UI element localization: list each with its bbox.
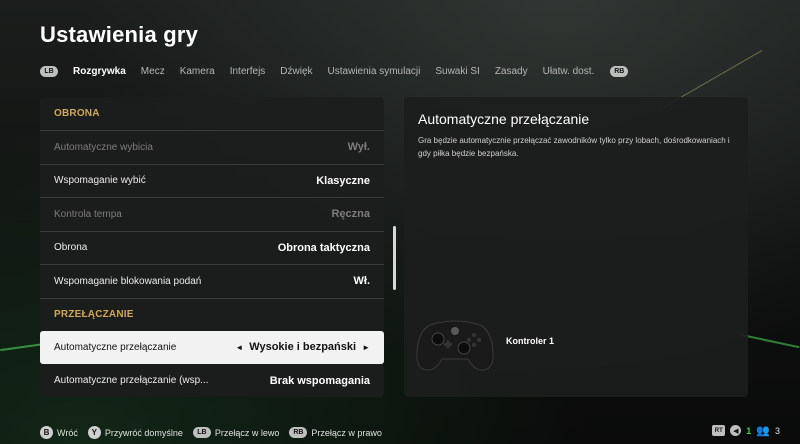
setting-row-automatyczne-przelaczanie[interactable]: Automatyczne przełączanie ◄ Wysokie i be… bbox=[40, 330, 384, 364]
switch-left-label: Przełącz w lewo bbox=[214, 427, 280, 438]
lb-button-icon: LB bbox=[192, 427, 211, 438]
setting-label: Wspomaganie blokowania podań bbox=[54, 275, 202, 287]
setting-value: Brak wspomagania bbox=[269, 374, 370, 387]
tab-bar: LB Rozgrywka Mecz Kamera Interfejs Dźwię… bbox=[40, 62, 629, 80]
scrollbar-thumb[interactable] bbox=[393, 226, 396, 290]
settings-list: OBRONA Automatyczne wybicia Wył. Wspomag… bbox=[40, 97, 384, 397]
back-label: Wróć bbox=[57, 427, 78, 438]
rb-button-icon[interactable]: RB bbox=[610, 65, 629, 77]
status-bar: RT ◀ 1 👥 3 bbox=[712, 424, 780, 437]
setting-label: Automatyczne przełączanie bbox=[54, 341, 177, 353]
setting-label: Kontrola tempa bbox=[54, 208, 122, 220]
switch-right-hint[interactable]: RB Przełącz w prawo bbox=[289, 427, 382, 438]
section-header-obrona: OBRONA bbox=[54, 108, 100, 119]
footer-hints: B Wróć Y Przywróć domyślne LB Przełącz w… bbox=[40, 426, 392, 439]
setting-row-automatyczne-przelaczanie-wsp[interactable]: Automatyczne przełączanie (wsp... Brak w… bbox=[40, 364, 384, 398]
lb-button-icon[interactable]: LB bbox=[40, 65, 58, 77]
setting-value: Klasyczne bbox=[316, 174, 370, 187]
tab-ulatw-dost[interactable]: Ułatw. dost. bbox=[543, 66, 595, 77]
setting-value: Wysokie i bezpański bbox=[249, 341, 357, 354]
setting-value: Wł. bbox=[353, 275, 371, 288]
info-description: Gra będzie automatycznie przełączać zawo… bbox=[418, 136, 730, 158]
arrow-left-icon[interactable]: ◄ bbox=[235, 343, 243, 352]
setting-row-kontrola-tempa: Kontrola tempa Ręczna bbox=[40, 197, 384, 231]
tab-zasady[interactable]: Zasady bbox=[495, 66, 528, 77]
tab-suwaki-si[interactable]: Suwaki SI bbox=[435, 66, 479, 77]
tab-kamera[interactable]: Kamera bbox=[180, 66, 215, 77]
setting-label: Obrona bbox=[54, 242, 88, 254]
reset-defaults-hint[interactable]: Y Przywróć domyślne bbox=[87, 426, 183, 439]
voice-count: 1 bbox=[746, 425, 752, 436]
rb-button-icon: RB bbox=[289, 427, 308, 438]
tab-interfejs[interactable]: Interfejs bbox=[230, 66, 266, 77]
setting-row-automatyczne-wybicia: Automatyczne wybicia Wył. bbox=[40, 130, 384, 164]
info-panel: Automatyczne przełączanie Gra będzie aut… bbox=[404, 97, 748, 397]
setting-label: Wspomaganie wybić bbox=[54, 175, 146, 187]
arrow-right-icon[interactable]: ► bbox=[362, 343, 370, 352]
tab-mecz[interactable]: Mecz bbox=[141, 66, 165, 77]
page-title: Ustawienia gry bbox=[40, 22, 199, 47]
reset-defaults-label: Przywróć domyślne bbox=[104, 427, 183, 438]
setting-row-obrona[interactable]: Obrona Obrona taktyczna bbox=[40, 230, 384, 265]
info-title: Automatyczne przełączanie bbox=[418, 111, 590, 127]
setting-label: Automatyczne przełączanie (wsp... bbox=[54, 375, 209, 387]
setting-value: Obrona taktyczna bbox=[277, 241, 370, 254]
rt-button-icon: RT bbox=[712, 425, 726, 436]
y-button-icon: Y bbox=[87, 426, 101, 439]
setting-value: Ręczna bbox=[331, 208, 370, 221]
speaker-icon: ◀ bbox=[730, 425, 742, 436]
setting-value: Wył. bbox=[347, 141, 370, 154]
section-header-przelaczanie: PRZEŁĄCZANIE bbox=[40, 297, 384, 331]
tab-dzwiek[interactable]: Dźwięk bbox=[280, 66, 312, 77]
people-icon: 👥 bbox=[756, 425, 770, 437]
controller-label: Kontroler 1 bbox=[506, 336, 555, 346]
setting-row-wspomaganie-blokowania-podan[interactable]: Wspomaganie blokowania podań Wł. bbox=[40, 264, 384, 298]
b-button-icon: B bbox=[40, 426, 53, 439]
tab-ustawienia-symulacji[interactable]: Ustawienia symulacji bbox=[328, 66, 421, 77]
switch-left-hint[interactable]: LB Przełącz w lewo bbox=[192, 427, 280, 438]
controller-icon bbox=[416, 320, 494, 371]
switch-right-label: Przełącz w prawo bbox=[311, 427, 382, 438]
setting-row-wspomaganie-wybic[interactable]: Wspomaganie wybić Klasyczne bbox=[40, 163, 384, 198]
setting-label: Automatyczne wybicia bbox=[54, 141, 153, 153]
tab-rozgrywka[interactable]: Rozgrywka bbox=[73, 66, 126, 77]
players-count: 3 bbox=[774, 425, 780, 436]
setting-value-selector[interactable]: ◄ Wysokie i bezpański ► bbox=[235, 341, 370, 353]
back-hint[interactable]: B Wróć bbox=[40, 426, 78, 439]
